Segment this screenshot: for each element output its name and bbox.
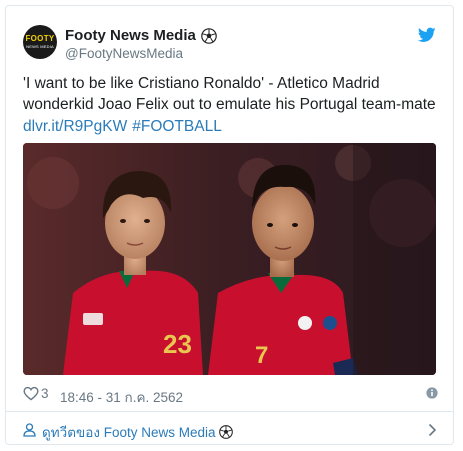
- photo-image: 23 7: [23, 143, 436, 375]
- tweet-text: 'I want to be like Cristiano Ronaldo' - …: [23, 75, 436, 113]
- tweet-timestamp[interactable]: 18:46 - 31 ก.ค. 2562: [60, 386, 183, 408]
- avatar[interactable]: FOOTY NEWS MEDIA: [23, 25, 57, 59]
- avatar-logo-subtext: NEWS MEDIA: [26, 44, 54, 49]
- tweet-meta: 3 18:46 - 31 ก.ค. 2562: [23, 384, 438, 405]
- tweet-hashtag-link[interactable]: #FOOTBALL: [132, 118, 222, 135]
- avatar-logo-text: FOOTY: [25, 34, 55, 43]
- account-name-row[interactable]: Footy News Media: [65, 27, 217, 44]
- heart-icon[interactable]: [23, 386, 39, 401]
- account-name[interactable]: Footy News Media: [65, 27, 196, 44]
- tweet-photo[interactable]: 23 7: [23, 143, 436, 375]
- jersey-number-right: 7: [255, 342, 268, 369]
- twitter-bird-icon[interactable]: [418, 27, 436, 43]
- chevron-right-icon[interactable]: [428, 423, 437, 437]
- tweet-url-link[interactable]: dlvr.it/R9PgKW: [23, 118, 127, 135]
- like-count[interactable]: 3: [41, 386, 49, 401]
- view-tweets-footer[interactable]: ดูทวีตของ Footy News Media: [6, 412, 453, 445]
- tweet-card: FOOTY NEWS MEDIA Footy News Media @Footy…: [5, 5, 454, 445]
- account-handle[interactable]: @FootyNewsMedia: [65, 46, 183, 61]
- info-icon[interactable]: [426, 387, 438, 399]
- jersey-number-left: 23: [163, 329, 192, 359]
- tweet-links: dlvr.it/R9PgKW #FOOTBALL: [23, 116, 227, 137]
- tweet-header: FOOTY NEWS MEDIA Footy News Media @Footy…: [6, 6, 453, 68]
- soccer-ball-icon: [201, 27, 217, 44]
- view-tweets-link[interactable]: ดูทวีตของ Footy News Media: [42, 421, 234, 443]
- soccer-ball-icon: [219, 425, 234, 439]
- person-icon: [23, 423, 36, 437]
- view-tweets-label[interactable]: ดูทวีตของ Footy News Media: [42, 421, 215, 443]
